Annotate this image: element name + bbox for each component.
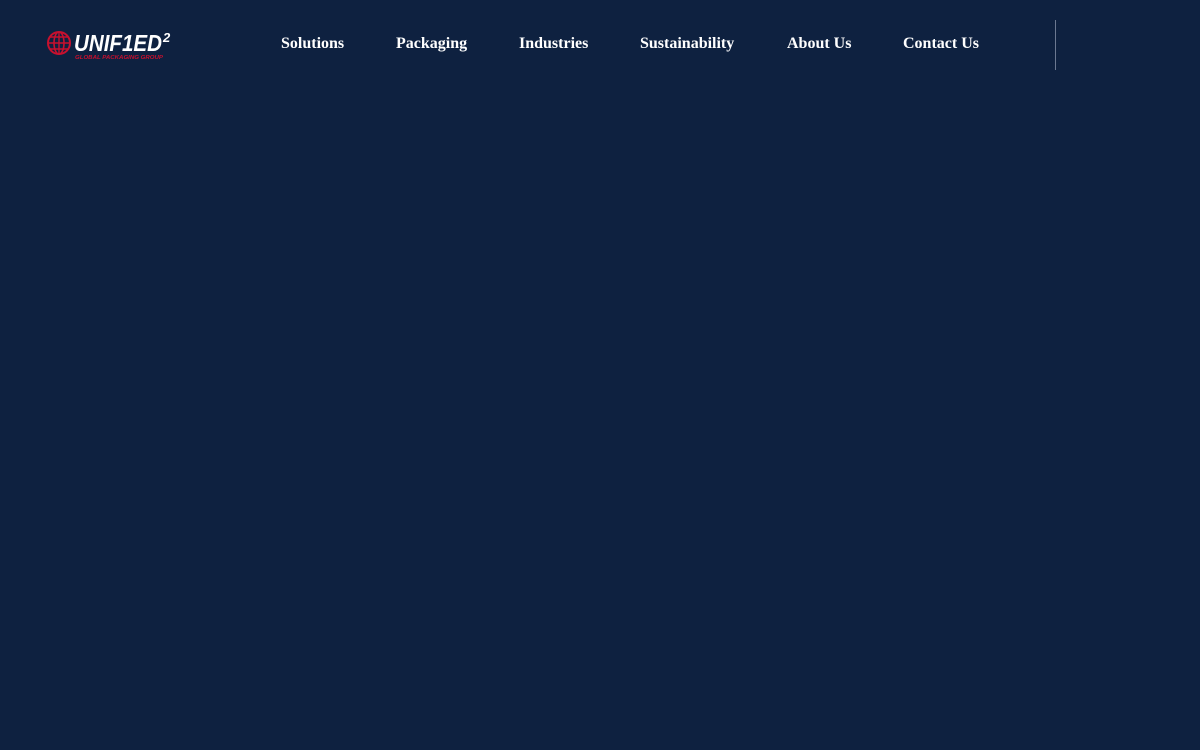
nav-item-contact-us[interactable]: Contact Us: [903, 34, 979, 54]
main-content: [0, 90, 1200, 750]
site-header: UNIF1ED 2 GLOBAL PACKAGING GROUP Solutio…: [0, 0, 1200, 90]
nav-item-sustainability[interactable]: Sustainability: [640, 34, 734, 54]
nav-item-industries[interactable]: Industries: [519, 34, 588, 54]
nav-item-about-us[interactable]: About Us: [787, 34, 851, 54]
nav-item-packaging[interactable]: Packaging: [396, 34, 467, 54]
nav-item-solutions[interactable]: Solutions: [281, 34, 344, 54]
page: UNIF1ED 2 GLOBAL PACKAGING GROUP Solutio…: [0, 0, 1200, 750]
main-nav: Solutions Packaging Industries Sustainab…: [0, 34, 1200, 56]
header-divider: [1055, 20, 1056, 70]
